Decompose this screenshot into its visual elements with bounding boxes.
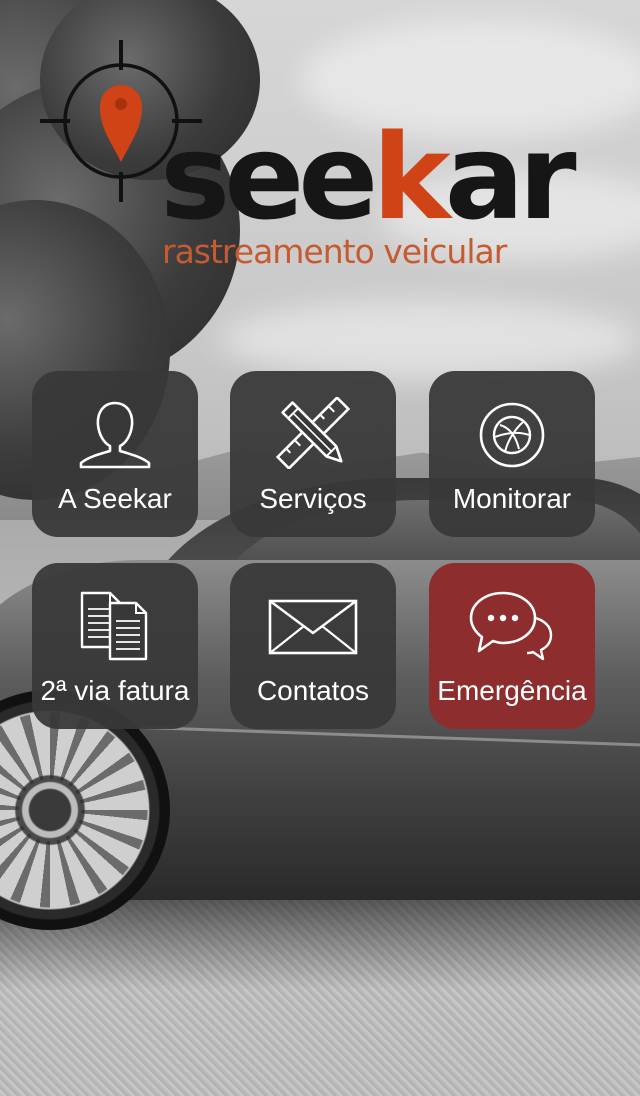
seekar-logo: seekar rastreamento veicular (0, 0, 640, 300)
menu-tile-label: A Seekar (58, 483, 172, 514)
dribbble-icon (479, 402, 545, 468)
menu-tile-label: Emergência (437, 675, 587, 706)
user-icon (79, 401, 151, 469)
tagline: rastreamento veicular (162, 232, 507, 271)
envelope-icon (268, 599, 358, 655)
brand-name: seekar (160, 118, 577, 236)
documents-icon (80, 591, 148, 661)
chat-bubbles-icon (469, 591, 553, 661)
brand-accent: k (372, 108, 451, 246)
menu-tile-about[interactable]: A Seekar (32, 371, 198, 537)
ruler-pencil-icon (275, 397, 351, 469)
menu-tile-contacts[interactable]: Contatos (230, 563, 396, 729)
brand-suffix: ar (444, 108, 577, 246)
menu-tile-label: Contatos (256, 675, 370, 706)
menu-tile-monitor[interactable]: Monitorar (429, 371, 595, 537)
menu-tile-invoice[interactable]: 2ª via fatura (32, 563, 198, 729)
brand-prefix: see (160, 108, 378, 246)
menu-tile-label: 2ª via fatura (40, 675, 190, 706)
menu-tile-services[interactable]: Serviços (230, 371, 396, 537)
menu-tile-label: Monitorar (452, 483, 572, 514)
menu-tile-label: Serviços (259, 483, 367, 514)
menu-tile-emergency[interactable]: Emergência (429, 563, 595, 729)
